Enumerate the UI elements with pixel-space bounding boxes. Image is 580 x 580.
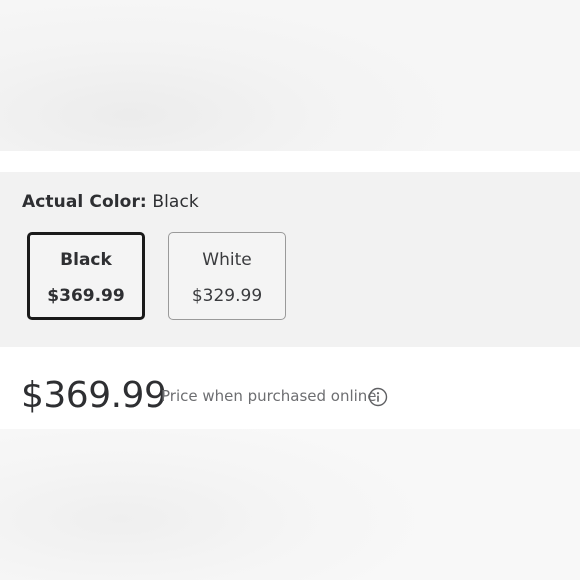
divider xyxy=(0,151,580,172)
variant-option-price: $369.99 xyxy=(47,286,125,306)
product-price: $369.99 xyxy=(21,375,167,416)
variant-option-black[interactable]: Black $369.99 xyxy=(27,232,145,320)
info-icon[interactable] xyxy=(368,387,388,407)
variant-option-name: Black xyxy=(60,250,112,270)
price-note: Price when purchased online xyxy=(161,387,377,405)
variant-option-price: $329.99 xyxy=(191,286,263,306)
actual-color-label: Actual Color: xyxy=(22,192,147,212)
actual-color-heading: Actual Color: Black xyxy=(22,190,199,214)
variant-option-white[interactable]: White $329.99 xyxy=(168,232,286,320)
actual-color-value: Black xyxy=(152,192,199,212)
below-fold-area xyxy=(0,429,580,580)
product-image-area xyxy=(0,0,580,151)
variant-option-name: White xyxy=(202,250,252,270)
product-page: Actual Color: Black Black $369.99 White … xyxy=(0,0,580,580)
